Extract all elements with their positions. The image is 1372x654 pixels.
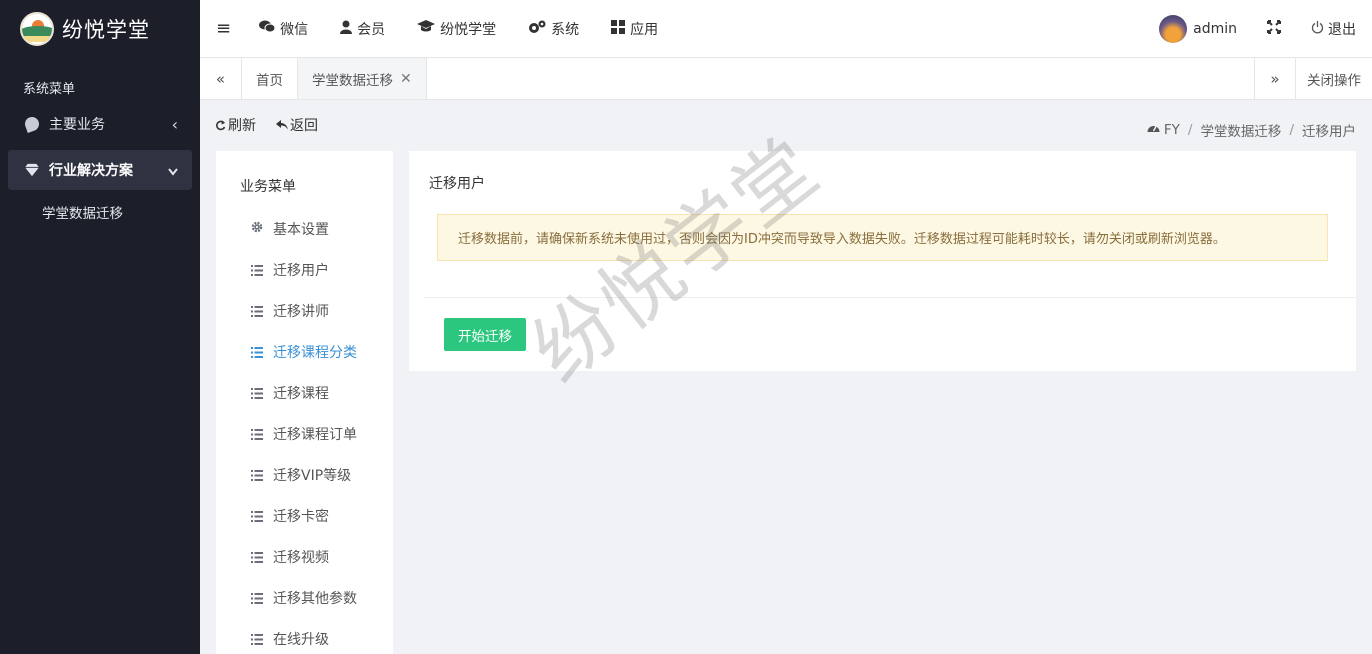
migration-panel: 迁移用户 迁移数据前，请确保新系统未使用过，否则会因为ID冲突而导致导入数据失败…: [409, 151, 1356, 371]
list-icon: [251, 469, 263, 481]
sidebar-item-main-business[interactable]: 主要业务 ‹: [0, 104, 200, 144]
nav-item-label: 纷悦学堂: [440, 21, 497, 38]
list-icon: [251, 346, 263, 358]
sidebar-item-label: 主要业务: [49, 117, 105, 133]
grid-icon: [611, 19, 626, 38]
biz-item-label: 基本设置: [273, 221, 329, 238]
list-icon: [251, 305, 263, 317]
app-title: 纷悦学堂: [62, 18, 150, 42]
gear-icon: [251, 221, 263, 236]
biz-item-migrate-other-params[interactable]: 迁移其他参数: [216, 577, 393, 618]
diamond-icon: [25, 163, 39, 177]
nav-item-label: 应用: [630, 21, 659, 38]
breadcrumb-separator: /: [1289, 122, 1294, 138]
leaf-icon: [23, 115, 41, 133]
fullscreen-icon[interactable]: [1267, 20, 1281, 38]
close-icon[interactable]: ✕: [400, 71, 412, 87]
divider: [424, 297, 1356, 298]
sidebar-item-industry-solutions[interactable]: 行业解决方案: [8, 150, 192, 190]
sidebar-item-label: 行业解决方案: [49, 163, 133, 179]
tabs-scroll-right-button[interactable]: »: [1254, 58, 1296, 99]
user-icon: [340, 20, 353, 38]
biz-item-migrate-course-orders[interactable]: 迁移课程订单: [216, 413, 393, 454]
menu-toggle-icon[interactable]: ≡: [216, 18, 231, 39]
biz-item-label: 迁移视频: [273, 549, 329, 566]
breadcrumb-item[interactable]: FY: [1164, 122, 1180, 138]
biz-item-migrate-card-keys[interactable]: 迁移卡密: [216, 495, 393, 536]
chevron-left-icon: ‹: [171, 114, 178, 134]
biz-item-basic-settings[interactable]: 基本设置: [216, 208, 393, 249]
tabs-bar: « 首页 学堂数据迁移 ✕ » 关闭操作: [200, 58, 1372, 100]
nav-item-wechat[interactable]: 微信: [259, 19, 308, 39]
tab-home[interactable]: 首页: [242, 58, 298, 99]
biz-item-migrate-teachers[interactable]: 迁移讲师: [216, 290, 393, 331]
wechat-icon: [259, 20, 276, 37]
breadcrumb-item[interactable]: 学堂数据迁移: [1200, 120, 1281, 140]
panel-title: 迁移用户: [429, 176, 485, 192]
refresh-icon: [215, 120, 226, 131]
list-icon: [251, 551, 263, 563]
reply-icon: [276, 120, 288, 130]
biz-item-label: 迁移课程: [273, 385, 329, 402]
nav-item-member[interactable]: 会员: [340, 19, 385, 39]
biz-item-online-upgrade[interactable]: 在线升级: [216, 618, 393, 654]
tabs-scroll-left-button[interactable]: «: [200, 58, 242, 99]
biz-item-label: 迁移课程订单: [273, 426, 357, 443]
biz-item-label: 迁移讲师: [273, 303, 329, 320]
nav-item-apps[interactable]: 应用: [611, 19, 658, 39]
start-migration-button[interactable]: 开始迁移: [444, 318, 526, 351]
graduation-cap-icon: [417, 20, 436, 37]
dashboard-icon: [1147, 123, 1160, 137]
biz-item-migrate-vip-levels[interactable]: 迁移VIP等级: [216, 454, 393, 495]
sidebar: 纷悦学堂 系统菜单 主要业务 ‹ 行业解决方案 学堂数据迁移: [0, 0, 200, 654]
chevron-down-icon: [168, 161, 178, 180]
tab-label: 学堂数据迁移: [312, 72, 393, 89]
business-menu: 业务菜单 基本设置 迁移用户 迁移讲师 迁移课程分类 迁移课程 迁移课程订单 迁…: [216, 151, 393, 654]
list-icon: [251, 387, 263, 399]
breadcrumb-item: 迁移用户: [1302, 124, 1356, 140]
back-button[interactable]: 返回: [276, 115, 328, 135]
sidebar-section-label: 系统菜单: [23, 82, 76, 97]
breadcrumb: FY / 学堂数据迁移 / 迁移用户: [1147, 120, 1356, 140]
top-navbar: ≡ 微信 会员 纷悦学堂 系统 应用 admin 退出: [200, 0, 1372, 58]
nav-item-system[interactable]: 系统: [528, 19, 579, 39]
username[interactable]: admin: [1193, 21, 1237, 37]
biz-item-migrate-course-categories[interactable]: 迁移课程分类: [216, 331, 393, 372]
biz-item-label: 迁移VIP等级: [273, 467, 352, 484]
logout-button[interactable]: 退出: [1311, 19, 1356, 39]
business-menu-title: 业务菜单: [240, 179, 296, 195]
biz-item-label: 迁移用户: [273, 262, 329, 279]
biz-item-label: 迁移卡密: [273, 508, 329, 525]
list-icon: [251, 633, 263, 645]
power-icon: [1311, 20, 1324, 38]
logout-label: 退出: [1328, 22, 1356, 38]
biz-item-label: 在线升级: [273, 631, 329, 648]
content-toolbar: 刷新 返回: [215, 115, 338, 135]
logo-icon: [20, 12, 54, 46]
list-icon: [251, 428, 263, 440]
breadcrumb-separator: /: [1187, 122, 1193, 138]
gears-icon: [528, 20, 546, 38]
sidebar-subitem-data-migration[interactable]: 学堂数据迁移: [0, 192, 200, 232]
biz-item-migrate-courses[interactable]: 迁移课程: [216, 372, 393, 413]
nav-item-label: 会员: [357, 21, 386, 38]
nav-item-academy[interactable]: 纷悦学堂: [417, 19, 496, 39]
list-icon: [251, 264, 263, 276]
close-operations-dropdown[interactable]: 关闭操作: [1296, 58, 1372, 99]
app-logo[interactable]: 纷悦学堂: [0, 0, 200, 58]
biz-item-migrate-videos[interactable]: 迁移视频: [216, 536, 393, 577]
list-icon: [251, 510, 263, 522]
biz-item-migrate-users[interactable]: 迁移用户: [216, 249, 393, 290]
biz-item-label: 迁移其他参数: [273, 590, 357, 607]
nav-item-label: 微信: [280, 21, 309, 38]
avatar[interactable]: [1159, 15, 1188, 43]
refresh-button[interactable]: 刷新: [215, 115, 266, 135]
tab-data-migration[interactable]: 学堂数据迁移 ✕: [298, 58, 427, 99]
warning-alert: 迁移数据前，请确保新系统未使用过，否则会因为ID冲突而导致导入数据失败。迁移数据…: [437, 214, 1328, 261]
biz-item-label: 迁移课程分类: [273, 344, 357, 361]
nav-item-label: 系统: [551, 21, 580, 38]
back-label: 返回: [290, 118, 318, 134]
refresh-label: 刷新: [228, 118, 256, 134]
list-icon: [251, 592, 263, 604]
